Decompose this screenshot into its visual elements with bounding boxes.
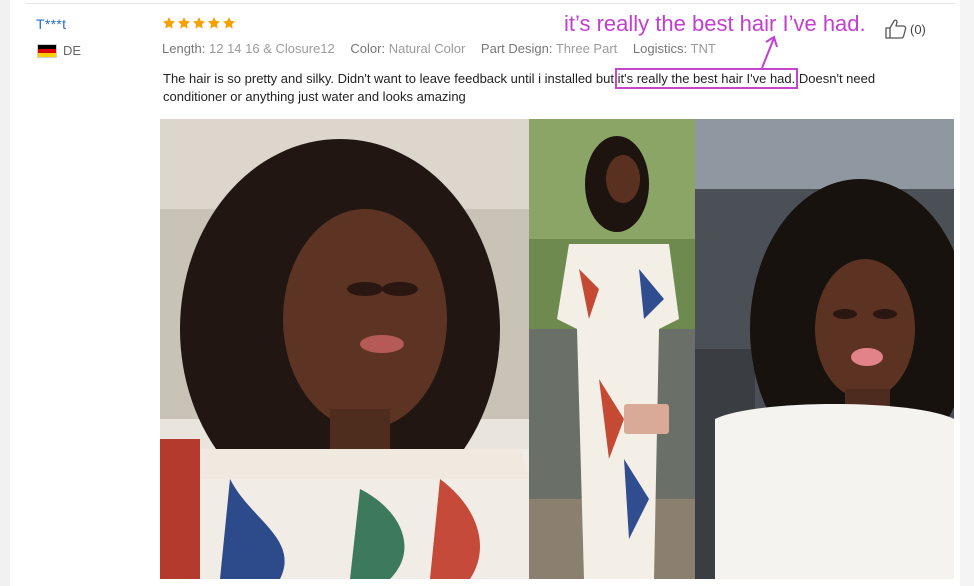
- review-text-start: The hair is so pretty and silky. Didn't …: [163, 71, 618, 86]
- review-photo-1[interactable]: [160, 119, 529, 579]
- attr-value: TNT: [690, 41, 716, 56]
- review-text: The hair is so pretty and silky. Didn't …: [163, 68, 933, 106]
- right-scroll-gutter[interactable]: [960, 0, 974, 586]
- thumbs-up-icon: [885, 19, 907, 39]
- country-code: DE: [63, 43, 82, 58]
- star-icon: [162, 17, 176, 29]
- divider-line: [26, 3, 956, 4]
- annotation-arrow-icon: [761, 35, 778, 69]
- helpful-count: (0): [910, 21, 926, 37]
- germany-flag-icon: [37, 43, 57, 58]
- annotation-callout: it’s really the best hair I’ve had.: [564, 11, 866, 36]
- buyer-name[interactable]: T***t: [36, 16, 66, 32]
- rating-stars: [162, 16, 236, 30]
- attr-label: Color:: [350, 41, 386, 56]
- review-photo-3[interactable]: [695, 119, 954, 579]
- attr-label: Logistics:: [632, 41, 688, 56]
- attr-label: Length:: [162, 41, 206, 56]
- attr-value: Natural Color: [388, 41, 466, 56]
- order-attributes: Length: 12 14 16 & Closure12 Color: Natu…: [162, 41, 716, 56]
- star-icon: [222, 17, 236, 29]
- attr-value: Three Part: [555, 41, 618, 56]
- star-icon: [177, 17, 191, 29]
- left-frame: [0, 0, 10, 586]
- attr-label: Part Design:: [480, 41, 553, 56]
- star-icon: [192, 17, 206, 29]
- star-icon: [207, 17, 221, 29]
- buyer-country: DE: [37, 43, 81, 58]
- review-photo-2[interactable]: [529, 119, 695, 579]
- attr-value: 12 14 16 & Closure12: [209, 41, 335, 56]
- helpful-button[interactable]: (0): [884, 18, 926, 40]
